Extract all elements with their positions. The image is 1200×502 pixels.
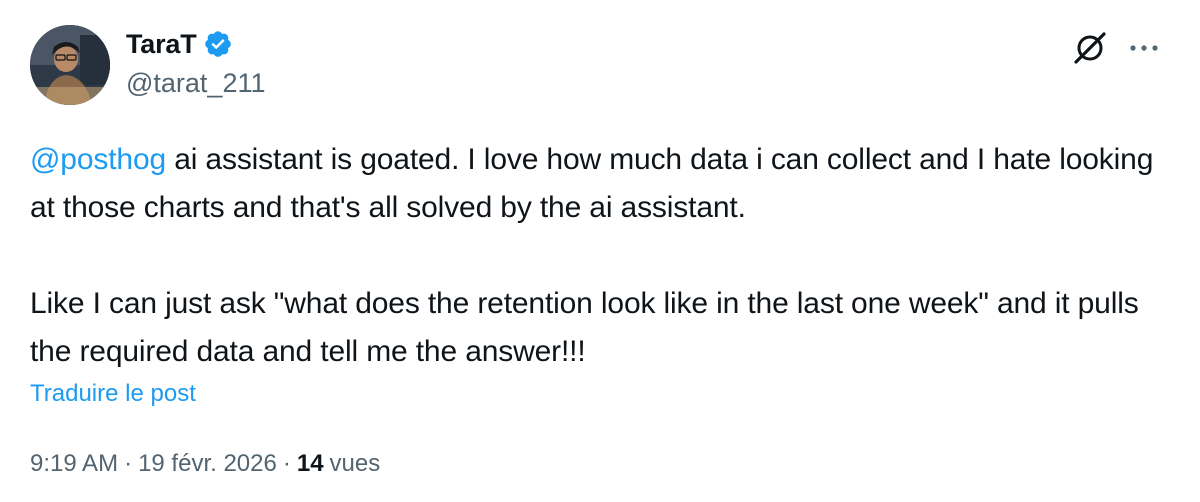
avatar-image — [30, 25, 110, 105]
mention-link[interactable]: @posthog — [30, 143, 166, 176]
translate-post-link[interactable]: Traduire le post — [30, 380, 196, 408]
post-paragraph-1: @posthog ai assistant is goated. I love … — [30, 136, 1180, 232]
views-label: vues — [329, 450, 381, 477]
post-paragraph-1-text: ai assistant is goated. I love how much … — [30, 143, 1154, 224]
more-dots-icon[interactable] — [1124, 28, 1164, 68]
meta-separator: · — [282, 450, 291, 477]
post-metadata: 9:19 AM · 19 févr. 2026 · 14 vues — [30, 450, 380, 478]
header-actions — [1070, 28, 1164, 68]
avatar[interactable] — [30, 25, 110, 105]
verified-badge-icon[interactable] — [203, 29, 233, 59]
post-date[interactable]: 19 févr. 2026 — [138, 450, 277, 478]
post-time[interactable]: 9:19 AM — [30, 450, 118, 478]
meta-separator: · — [124, 450, 133, 477]
views-count: 14 — [296, 450, 324, 477]
tweet: TaraT @tarat_211 @posthog ai assistant i… — [0, 0, 1200, 502]
author-name-row: TaraT — [126, 26, 233, 62]
author-display-name[interactable]: TaraT — [126, 29, 197, 60]
post-paragraph-2: Like I can just ask "what does the reten… — [30, 287, 1139, 368]
author-handle[interactable]: @tarat_211 — [126, 68, 266, 99]
post-text: @posthog ai assistant is goated. I love … — [30, 136, 1180, 376]
grok-icon[interactable] — [1070, 28, 1110, 68]
